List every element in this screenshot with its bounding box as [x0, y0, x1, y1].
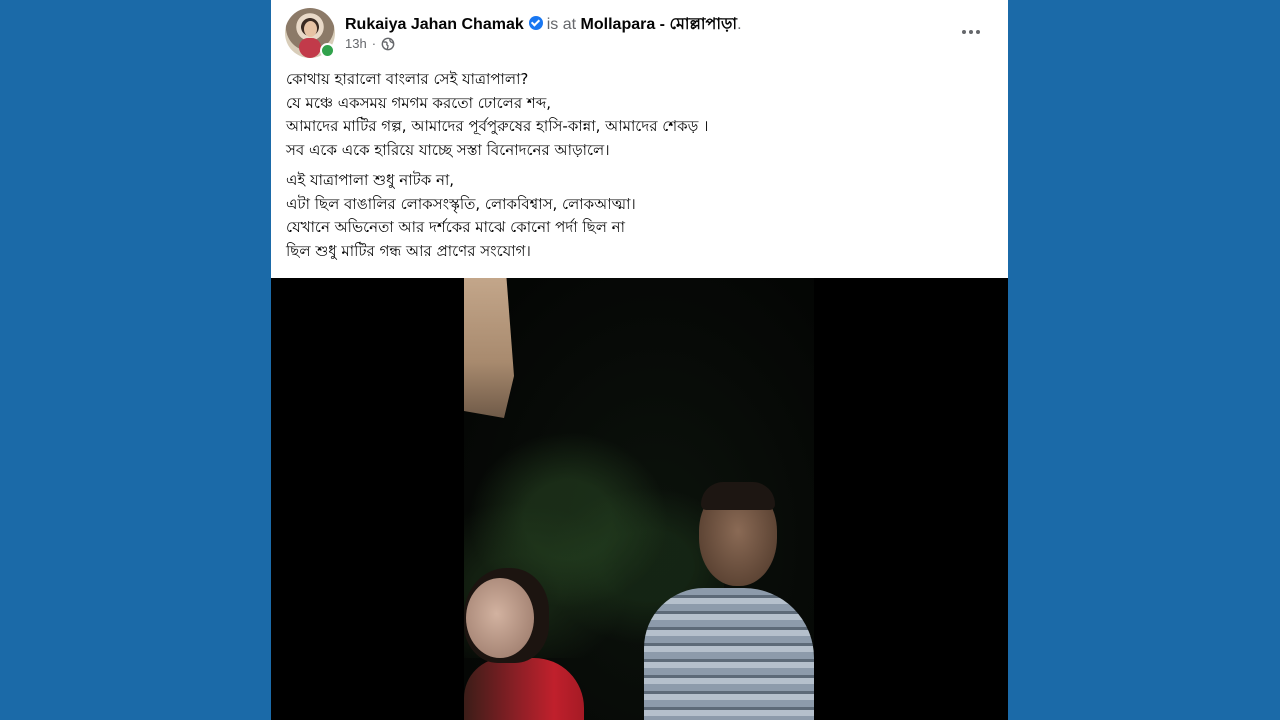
post-line: সব একে একে হারিয়ে যাচ্ছে সস্তা বিনোদনের… [286, 140, 610, 159]
post-meta: 13h · [345, 36, 395, 51]
video-person-man [644, 478, 814, 720]
verified-badge-icon [528, 16, 543, 30]
woman-dress [464, 658, 584, 720]
author-name[interactable]: Rukaiya Jahan Chamak [345, 16, 524, 33]
meta-separator: · [371, 36, 377, 51]
post-card: Rukaiya Jahan Chamak is at Mollapara - মো… [271, 0, 1008, 720]
location-prefix: is at [546, 16, 577, 33]
avatar-dress [299, 38, 321, 58]
video-person-woman [464, 568, 584, 720]
man-shirt [644, 588, 814, 720]
more-options-dot [969, 30, 973, 34]
woman-face [466, 578, 534, 658]
location-suffix: . [737, 16, 742, 33]
video-scene-tarp [464, 278, 514, 418]
post-header: Rukaiya Jahan Chamak is at Mollapara - মো… [271, 0, 1008, 66]
avatar-face [304, 21, 317, 37]
globe-icon [381, 37, 395, 50]
online-status-icon [320, 43, 335, 58]
post-line: ছিল শুধু মাটির গন্ধ আর প্রাণের সংযোগ। [286, 241, 531, 260]
video-frame[interactable] [464, 278, 814, 720]
more-options-icon [962, 30, 966, 34]
man-hair [701, 482, 775, 510]
post-line: যে মঞ্চে একসময় গমগম করতো ঢোলের শব্দ, [286, 93, 552, 112]
more-options-button[interactable] [954, 15, 988, 49]
post-line: আমাদের মাটির গল্প, আমাদের পূর্বপুরুষের হ… [286, 117, 709, 135]
post-line: যেখানে অভিনেতা আর দর্শকের মাঝে কোনো পর্দ… [286, 218, 625, 236]
location-link[interactable]: Mollapara - মোল্লাপাড়া [581, 16, 738, 33]
post-text: কোথায় হারালো বাংলার সেই যাত্রাপালা? যে … [286, 68, 996, 263]
author-line: Rukaiya Jahan Chamak is at Mollapara - মো… [345, 11, 742, 33]
post-paragraph-1: কোথায় হারালো বাংলার সেই যাত্রাপালা? যে … [286, 68, 996, 162]
post-line: এটা ছিল বাঙালির লোকসংস্কৃতি, লোকবিশ্বাস,… [286, 194, 636, 213]
post-time[interactable]: 13h [345, 36, 367, 51]
post-video[interactable] [271, 278, 1008, 720]
post-paragraph-2: এই যাত্রাপালা শুধু নাটক না, এটা ছিল বাঙা… [286, 169, 996, 263]
post-line: কোথায় হারালো বাংলার সেই যাত্রাপালা? [286, 70, 529, 88]
post-line: এই যাত্রাপালা শুধু নাটক না, [286, 171, 455, 189]
more-options-dot [976, 30, 980, 34]
